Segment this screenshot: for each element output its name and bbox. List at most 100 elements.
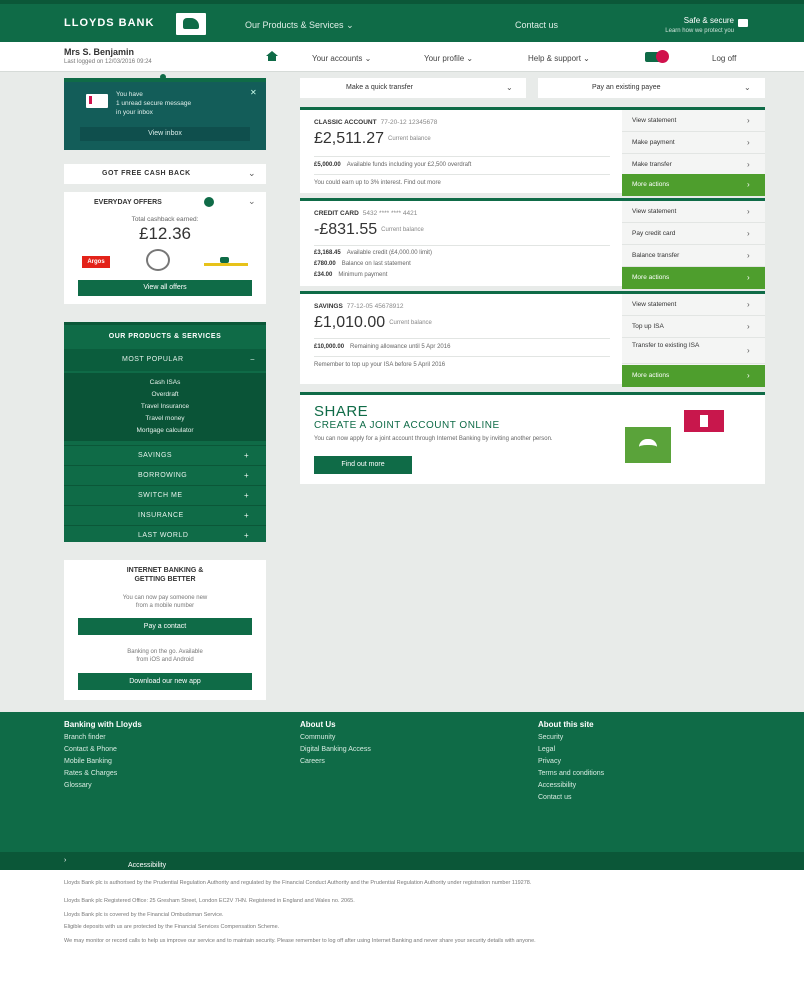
- message-panel: You have 1 unread secure message in your…: [64, 74, 266, 150]
- view-inbox-button[interactable]: View inbox: [80, 127, 250, 141]
- promo-desc: You can now apply for a joint account th…: [314, 436, 553, 442]
- top-bar: LLOYDS BANK Our Products & Services ⌄ Co…: [0, 0, 804, 42]
- footer-link[interactable]: Branch finder: [64, 734, 106, 741]
- footer-link[interactable]: Accessibility: [538, 782, 576, 789]
- footer-bar: Accessibility ›: [0, 852, 804, 870]
- more-actions-button[interactable]: More actions ›: [622, 174, 765, 196]
- popular-item[interactable]: Overdraft: [64, 391, 266, 398]
- account-actions: View statement › Top up ISA › Transfer to …: [622, 294, 765, 387]
- pay-credit-card-button[interactable]: Pay credit card ›: [622, 223, 765, 245]
- internet-banking-card: INTERNET BANKING & GETTING BETTER You ca…: [64, 560, 266, 700]
- product-row-insurance[interactable]: INSURANCE +: [64, 505, 266, 525]
- view-statement-button[interactable]: View statement ›: [622, 201, 765, 223]
- view-all-offers-button[interactable]: View all offers: [78, 280, 252, 296]
- product-row-savings[interactable]: SAVINGS +: [64, 445, 266, 465]
- nav-your-profile[interactable]: Your profile ⌄: [424, 54, 473, 63]
- popular-item[interactable]: Travel Insurance: [64, 403, 266, 410]
- find-out-more-button[interactable]: Find out more: [314, 456, 412, 474]
- offers-title: EVERYDAY OFFERS: [94, 199, 162, 206]
- secure-sublabel[interactable]: Learn how we protect you: [624, 28, 734, 34]
- footer: Banking with Lloyds Branch finder Contac…: [0, 712, 804, 870]
- popular-item[interactable]: Travel money: [64, 415, 266, 422]
- more-actions-button[interactable]: More actions ›: [622, 267, 765, 289]
- view-statement-button[interactable]: View statement ›: [622, 110, 765, 132]
- footer-link[interactable]: Contact us: [538, 794, 571, 801]
- plus-icon: +: [244, 491, 249, 500]
- accessibility-link[interactable]: Accessibility ›: [64, 857, 166, 869]
- footer-link[interactable]: Contact & Phone: [64, 746, 117, 753]
- secure-label[interactable]: Safe & secure: [668, 16, 734, 25]
- popular-item[interactable]: Mortgage calculator: [64, 427, 266, 434]
- footer-link[interactable]: Glossary: [64, 782, 92, 789]
- footer-link[interactable]: Legal: [538, 746, 555, 753]
- retailer-logo-icon[interactable]: [204, 257, 248, 266]
- product-row-borrowing[interactable]: BORROWING +: [64, 465, 266, 485]
- footer-link[interactable]: Community: [300, 734, 335, 741]
- account-detail-line: £10,000.00 Remaining allowance until 5 Ap…: [314, 344, 451, 350]
- make-payment-button[interactable]: Make payment ›: [622, 132, 765, 154]
- home-icon[interactable]: [266, 51, 278, 61]
- balance-transfer-button[interactable]: Balance transfer ›: [622, 245, 765, 267]
- message-badge[interactable]: [656, 50, 669, 63]
- pay-payee-select[interactable]: Pay an existing payee ⌄: [538, 78, 765, 98]
- nav-help-support[interactable]: Help & support ⌄: [528, 54, 590, 63]
- chevron-down-icon: ⌄: [744, 83, 751, 92]
- legal-paragraph: Eligible deposits with us are protected …: [64, 924, 280, 930]
- chevron-down-icon[interactable]: ⌄: [248, 196, 256, 207]
- retailer-logo-icon[interactable]: [146, 249, 170, 271]
- ib-title: INTERNET BANKING & GETTING BETTER: [126, 567, 204, 583]
- download-app-button[interactable]: Download our new app: [78, 673, 252, 690]
- account-detail-line: £780.00 Balance on last statement: [314, 261, 411, 267]
- products-menu-link[interactable]: Our Products & Services ⌄: [245, 20, 354, 31]
- account-name[interactable]: CREDIT CARD 5432 **** **** 4421: [314, 210, 417, 217]
- legal-text: Lloyds Bank plc is authorised by the Pru…: [0, 870, 804, 983]
- ib-desc: You can now pay someone new from a mobil…: [122, 595, 208, 609]
- product-row-last[interactable]: LAST WORLD +: [64, 525, 266, 545]
- footer-link[interactable]: Careers: [300, 758, 325, 765]
- account-promo-line[interactable]: You could earn up to 3% interest. Find o…: [314, 180, 441, 186]
- chevron-down-icon: ⌄: [506, 83, 513, 92]
- offers-count-badge: [204, 197, 214, 207]
- close-icon[interactable]: ✕: [250, 88, 257, 97]
- account-detail-line: £3,168.45 Available credit (£4,000.00 lim…: [314, 250, 432, 256]
- make-transfer-button[interactable]: Make transfer ›: [622, 154, 765, 176]
- account-detail-line: £34.00 Minimum payment: [314, 272, 388, 278]
- contact-us-link[interactable]: Contact us: [515, 20, 558, 30]
- transfer-isa-button[interactable]: Transfer to existing ISA ›: [622, 338, 765, 364]
- argos-logo[interactable]: Argos: [82, 256, 110, 268]
- logoff-link[interactable]: Log off: [712, 54, 736, 63]
- footer-link[interactable]: Terms and conditions: [538, 770, 604, 777]
- view-statement-button[interactable]: View statement ›: [622, 294, 765, 316]
- account-name[interactable]: CLASSIC ACCOUNT 77-20-12 12345678: [314, 119, 437, 126]
- share-promo: SHARE CREATE A JOINT ACCOUNT ONLINE You …: [300, 392, 765, 484]
- account-promo-line[interactable]: Remember to top up your ISA before 5 Apr…: [314, 362, 445, 368]
- footer-link[interactable]: Rates & Charges: [64, 770, 117, 777]
- cashback-earned-label: Total cashback earned:: [131, 216, 199, 223]
- popular-item[interactable]: Cash ISAs: [64, 379, 266, 386]
- cashback-toggle[interactable]: GOT FREE CASH BACK ⌄: [64, 164, 266, 184]
- bank-logo-text[interactable]: LLOYDS BANK: [64, 17, 154, 29]
- account-actions: View statement › Pay credit card › Balance…: [622, 201, 765, 289]
- footer-link[interactable]: Security: [538, 734, 563, 741]
- people-icon: [625, 427, 671, 463]
- footer-link[interactable]: Privacy: [538, 758, 561, 765]
- horse-logo-icon[interactable]: [176, 13, 206, 35]
- account-detail-line: £5,000.00 Available funds including your …: [314, 162, 472, 168]
- user-name: Mrs S. Benjamin: [64, 47, 135, 57]
- account-card-savings: SAVINGS 77-12-05 45678912 £1,010.00 Curren…: [300, 291, 765, 387]
- chevron-down-icon: ⌄: [346, 20, 354, 30]
- most-popular-toggle[interactable]: MOST POPULAR −: [64, 349, 266, 371]
- product-row-switch[interactable]: SWITCH ME +: [64, 485, 266, 505]
- more-actions-button[interactable]: More actions ›: [622, 365, 765, 387]
- account-name[interactable]: SAVINGS 77-12-05 45678912: [314, 303, 404, 310]
- chevron-up-icon: −: [250, 355, 255, 364]
- footer-link[interactable]: Mobile Banking: [64, 758, 112, 765]
- top-up-isa-button[interactable]: Top up ISA ›: [622, 316, 765, 338]
- quick-transfer-select[interactable]: Make a quick transfer ⌄: [300, 78, 526, 98]
- nav-your-accounts[interactable]: Your accounts ⌄: [312, 54, 371, 63]
- promo-subtitle: CREATE A JOINT ACCOUNT ONLINE: [314, 420, 500, 431]
- ib-desc-2: Banking on the go. Available from iOS an…: [127, 649, 203, 663]
- popular-list: Cash ISAs Overdraft Travel Insurance Tra…: [64, 373, 266, 441]
- pay-contact-button[interactable]: Pay a contact: [78, 618, 252, 635]
- footer-link[interactable]: Digital Banking Access: [300, 746, 371, 753]
